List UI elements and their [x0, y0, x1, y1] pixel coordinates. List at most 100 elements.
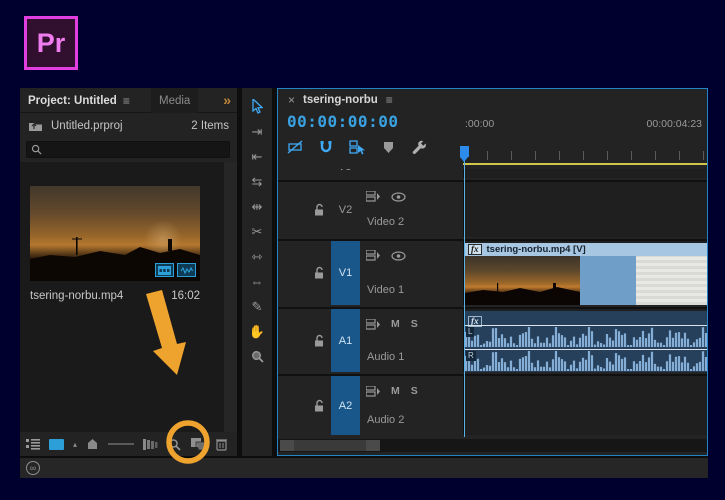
track-name[interactable]: Audio 2 [367, 414, 404, 426]
track-name[interactable]: Video 1 [367, 284, 404, 296]
zoom-tool-icon [251, 350, 264, 363]
list-view-button[interactable] [26, 438, 40, 450]
track-v3-label: V3 [338, 169, 351, 173]
audio-left-channel: L [465, 325, 707, 347]
snap-toggle[interactable] [317, 139, 335, 155]
nest-sequences-toggle[interactable] [286, 139, 304, 155]
toggle-track-output-eye-icon[interactable] [391, 191, 406, 202]
track-content-v2[interactable] [463, 182, 707, 237]
timeline-panel-menu-icon[interactable]: ≡ [386, 93, 393, 107]
track-content-v1[interactable]: fx tsering-norbu.mp4 [V] [463, 241, 707, 305]
sync-lock-icon[interactable] [366, 385, 380, 397]
sync-lock-icon[interactable] [366, 318, 380, 330]
fx-badge[interactable]: fx [468, 244, 482, 255]
timeline-tab-label: tsering-norbu [303, 94, 378, 106]
audio-right-channel: R [465, 349, 707, 371]
mute-track-button[interactable]: M [391, 318, 400, 330]
app-bottom-bar: ∞ [20, 458, 708, 478]
timeline-timecode[interactable]: 00:00:00:00 [287, 112, 398, 131]
find-button[interactable] [168, 438, 181, 451]
track-lock-icon[interactable] [314, 203, 325, 216]
zoom-out-triangle-icon[interactable]: ▴ [73, 440, 77, 449]
rolling-edit-tool[interactable]: ⇆ [248, 173, 266, 189]
right-waveform [465, 351, 707, 371]
track-lock-icon[interactable] [314, 266, 325, 280]
zoom-slider-track[interactable] [108, 443, 135, 445]
panel-overflow-chevron-icon[interactable]: » [223, 92, 231, 108]
timeline-tab[interactable]: × tsering-norbu ≡ [278, 89, 403, 111]
scrollbar-thumb-left-cap[interactable] [280, 440, 294, 451]
rate-stretch-tool[interactable]: ⇹ [248, 198, 266, 214]
playhead-line [464, 147, 465, 437]
video-clip-label: tsering-norbu.mp4 [V] [486, 244, 586, 255]
creative-cloud-icon: ∞ [26, 461, 40, 475]
zoom-tool[interactable] [248, 348, 266, 364]
sync-lock-icon[interactable] [366, 191, 380, 202]
zoom-slider-handle[interactable] [86, 438, 99, 450]
add-marker-button[interactable] [379, 139, 397, 155]
track-name[interactable]: Audio 1 [367, 351, 404, 363]
timeline-ruler[interactable] [463, 151, 707, 160]
icon-view-button[interactable] [49, 438, 64, 450]
left-channel-label: L [466, 327, 475, 337]
track-select-forward-tool[interactable]: ⇥ [248, 123, 266, 139]
track-content-a2[interactable] [463, 376, 707, 435]
panel-menu-icon[interactable]: ≡ [123, 94, 130, 108]
solo-track-button[interactable]: S [411, 385, 418, 397]
hand-tool[interactable]: ✋ [248, 323, 266, 339]
audio-clip[interactable]: fx L R [465, 311, 707, 372]
source-patch-a2[interactable]: A2 [331, 376, 360, 435]
timeline-display-settings-button[interactable] [410, 139, 428, 155]
new-item-button[interactable] [190, 437, 206, 451]
mute-track-button[interactable]: M [391, 385, 400, 397]
pen-tool[interactable]: ✎ [248, 298, 266, 314]
source-patch-a1[interactable]: A1 [331, 309, 360, 372]
track-name[interactable]: Video 2 [367, 216, 404, 228]
clip-frame-sunset [465, 256, 580, 305]
track-row-v2: V2 Video 2 [278, 180, 707, 237]
clip-item-row[interactable]: tsering-norbu.mp4 16:02 [30, 290, 200, 302]
playhead-handle[interactable] [460, 146, 469, 162]
slide-icon: ⇔ [250, 273, 264, 289]
video-clip[interactable]: fx tsering-norbu.mp4 [V] [465, 243, 707, 305]
screenshot-stage: Pr Project: Untitled ≡ Media » Untitled.… [0, 0, 725, 500]
close-tab-icon[interactable]: × [288, 93, 295, 107]
tab-media-label: Media [159, 94, 191, 107]
right-channel-label: R [466, 351, 476, 361]
project-breadcrumb-row: Untitled.prproj 2 Items [20, 114, 237, 138]
track-head-a1: A1 M S Audio 1 [278, 309, 461, 372]
clip-thumbnail[interactable] [30, 186, 200, 281]
track-content-a1[interactable]: fx L R [463, 309, 707, 372]
toggle-track-output-eye-icon[interactable] [391, 250, 406, 261]
slip-icon: ⇿ [251, 248, 263, 264]
filmstrip-frames-icon[interactable] [143, 438, 159, 450]
sync-lock-icon[interactable] [366, 250, 380, 261]
timeline-horizontal-scrollbar[interactable] [278, 439, 707, 452]
slip-tool[interactable]: ⇿ [248, 248, 266, 264]
tools-panel: ⇥ ⇤ ⇆ ⇹ ✂ ⇿ ⇔ ✎ ✋ [242, 88, 272, 456]
linked-selection-toggle[interactable] [348, 139, 366, 155]
razor-tool[interactable]: ✂ [248, 223, 266, 239]
delete-trash-button[interactable] [215, 437, 228, 451]
selection-tool[interactable] [248, 98, 266, 114]
pen-icon: ✎ [251, 298, 263, 314]
razor-icon: ✂ [251, 223, 263, 239]
work-area-bar[interactable] [463, 163, 707, 165]
track-lock-icon[interactable] [314, 334, 325, 347]
tab-media[interactable]: Media [151, 88, 199, 113]
navigate-up-folder-icon[interactable] [28, 120, 43, 132]
source-patch-v2[interactable]: V2 [331, 182, 360, 237]
track-head-a2: A2 M S Audio 2 [278, 376, 461, 435]
track-row-a1: A1 M S Audio 1 fx L R [278, 307, 707, 372]
project-items-area: tsering-norbu.mp4 16:02 [20, 162, 237, 432]
project-search-box[interactable] [26, 141, 230, 158]
slide-tool[interactable]: ⇔ [248, 273, 266, 289]
tab-project-untitled[interactable]: Project: Untitled ≡ [20, 88, 138, 113]
ripple-edit-tool[interactable]: ⇤ [248, 148, 266, 164]
timeline-scrollbar-thumb[interactable] [280, 440, 380, 451]
scrollbar-thumb-right-cap[interactable] [366, 440, 380, 451]
track-lock-icon[interactable] [314, 399, 325, 412]
project-scrollbar[interactable] [224, 162, 237, 432]
solo-track-button[interactable]: S [411, 318, 418, 330]
source-patch-v1[interactable]: V1 [331, 241, 360, 305]
